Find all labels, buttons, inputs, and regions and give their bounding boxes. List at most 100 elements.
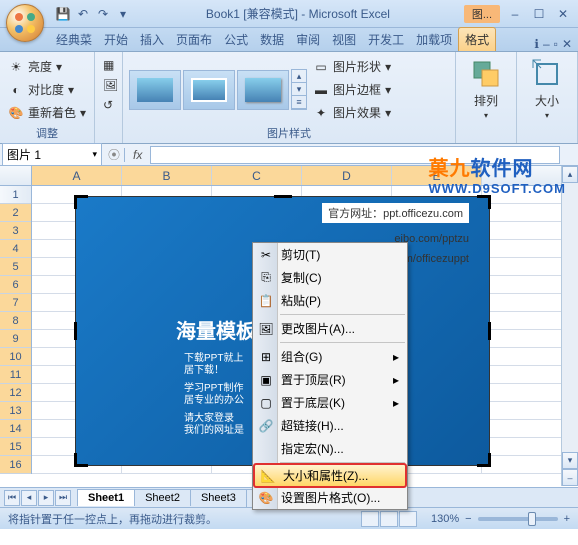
tab-addins[interactable]: 加载项 (410, 28, 458, 51)
row-header[interactable]: 15 (0, 438, 31, 456)
menu-assign-macro[interactable]: 指定宏(N)... (253, 437, 407, 460)
office-button[interactable] (6, 4, 44, 42)
row-header[interactable]: 5 (0, 258, 31, 276)
tab-formulas[interactable]: 公式 (218, 28, 254, 51)
col-header-a[interactable]: A (32, 166, 122, 185)
menu-cut[interactable]: ✂剪切(T) (253, 243, 407, 266)
scroll-down-icon[interactable]: ▾ (562, 452, 578, 469)
arrange-button[interactable]: 排列▾ (462, 56, 510, 122)
maximize-button[interactable]: ☐ (528, 5, 550, 23)
tab-nav-first-icon[interactable]: ⏮ (4, 490, 20, 506)
row-header[interactable]: 1 (0, 186, 31, 204)
contrast-button[interactable]: ◐对比度 ▾ (6, 79, 88, 100)
fx-label[interactable]: fx (124, 148, 150, 162)
menu-copy[interactable]: ⎘复制(C) (253, 266, 407, 289)
zoom-slider-thumb[interactable] (528, 512, 536, 526)
menu-paste[interactable]: 📋粘贴(P) (253, 289, 407, 312)
picture-styles-gallery[interactable]: ▴ ▾ ≡ (129, 56, 307, 123)
selection-handle-tl[interactable] (74, 195, 88, 209)
tab-home[interactable]: 开始 (98, 28, 134, 51)
col-header-d[interactable]: D (302, 166, 392, 185)
recolor-button[interactable]: 🎨重新着色 ▾ (6, 102, 88, 123)
gallery-more-icon[interactable]: ≡ (292, 96, 306, 109)
scroll-split-icon[interactable]: – (562, 469, 578, 486)
vertical-scrollbar[interactable]: ▴ ▾ – (561, 166, 578, 486)
row-header[interactable]: 12 (0, 384, 31, 402)
sheet-tab-3[interactable]: Sheet3 (190, 489, 247, 506)
sheet-tab-2[interactable]: Sheet2 (134, 489, 191, 506)
close-button[interactable]: ✕ (552, 5, 574, 23)
name-box-dropdown-icon[interactable]: ▾ (92, 149, 97, 160)
menu-hyperlink[interactable]: 🔗超链接(H)... (253, 414, 407, 437)
view-page-break-icon[interactable] (399, 511, 417, 527)
col-header-e[interactable]: E (392, 166, 482, 185)
zoom-slider[interactable] (478, 517, 558, 521)
tab-nav-prev-icon[interactable]: ◂ (21, 490, 37, 506)
brightness-button[interactable]: ☀亮度 ▾ (6, 56, 88, 77)
row-header[interactable]: 14 (0, 420, 31, 438)
mdi-close-icon[interactable]: ✕ (562, 37, 572, 51)
save-icon[interactable]: 💾 (54, 5, 72, 23)
view-normal-icon[interactable] (361, 511, 379, 527)
zoom-value[interactable]: 130% (431, 513, 459, 525)
menu-bring-front[interactable]: ▣置于顶层(R)▸ (253, 368, 407, 391)
minimize-button[interactable]: – (504, 5, 526, 23)
formula-input[interactable] (150, 146, 560, 164)
row-header[interactable]: 10 (0, 348, 31, 366)
tab-data[interactable]: 数据 (254, 28, 290, 51)
tab-page-layout[interactable]: 页面布 (170, 28, 218, 51)
reset-pic-icon[interactable]: ↺ (101, 96, 116, 114)
tab-review[interactable]: 审阅 (290, 28, 326, 51)
tab-format[interactable]: 格式 (458, 27, 496, 51)
row-header[interactable]: 16 (0, 456, 31, 474)
compress-icon[interactable]: ▦ (101, 56, 116, 74)
selection-handle-t[interactable] (274, 195, 292, 198)
menu-format-picture[interactable]: 🎨设置图片格式(O)... (253, 486, 407, 509)
row-header[interactable]: 13 (0, 402, 31, 420)
row-header[interactable]: 8 (0, 312, 31, 330)
menu-change-picture[interactable]: 🖼更改图片(A)... (253, 317, 407, 340)
selection-handle-br[interactable] (477, 453, 491, 467)
size-button[interactable]: 大小▾ (523, 56, 571, 122)
name-box[interactable]: 图片 1▾ (2, 143, 102, 166)
tab-insert[interactable]: 插入 (134, 28, 170, 51)
selection-handle-tr[interactable] (477, 195, 491, 209)
picture-shape-button[interactable]: ▭图片形状 ▾ (311, 56, 393, 77)
mdi-restore-icon[interactable]: ▫ (554, 37, 558, 51)
selection-handle-l[interactable] (74, 322, 77, 340)
sheet-tab-1[interactable]: Sheet1 (77, 489, 135, 506)
row-header[interactable]: 7 (0, 294, 31, 312)
qat-dropdown-icon[interactable]: ▾ (114, 5, 132, 23)
change-pic-icon[interactable]: 🖼 (101, 76, 116, 94)
zoom-out-icon[interactable]: − (465, 513, 471, 525)
row-header[interactable]: 11 (0, 366, 31, 384)
select-all-corner[interactable] (0, 166, 32, 185)
row-header[interactable]: 3 (0, 222, 31, 240)
style-thumb-1[interactable] (129, 70, 181, 110)
picture-effects-button[interactable]: ✦图片效果 ▾ (311, 102, 393, 123)
tab-nav-next-icon[interactable]: ▸ (38, 490, 54, 506)
name-box-expand-icon[interactable]: ⦿ (104, 146, 124, 163)
style-thumb-2[interactable] (183, 70, 235, 110)
tab-nav-last-icon[interactable]: ⏭ (55, 490, 71, 506)
view-page-layout-icon[interactable] (380, 511, 398, 527)
row-header[interactable]: 9 (0, 330, 31, 348)
style-thumb-3[interactable] (237, 70, 289, 110)
menu-size-properties[interactable]: 📐大小和属性(Z)... (254, 464, 406, 487)
col-header-b[interactable]: B (122, 166, 212, 185)
picture-border-button[interactable]: ▬图片边框 ▾ (311, 79, 393, 100)
selection-handle-bl[interactable] (74, 453, 88, 467)
zoom-in-icon[interactable]: + (564, 513, 570, 525)
menu-send-back[interactable]: ▢置于底层(K)▸ (253, 391, 407, 414)
undo-icon[interactable]: ↶ (74, 5, 92, 23)
row-header[interactable]: 4 (0, 240, 31, 258)
gallery-up-icon[interactable]: ▴ (292, 70, 306, 83)
scroll-up-icon[interactable]: ▴ (562, 166, 578, 183)
tab-view[interactable]: 视图 (326, 28, 362, 51)
row-header[interactable]: 6 (0, 276, 31, 294)
tab-classic-menu[interactable]: 经典菜 (50, 28, 98, 51)
help-icon[interactable]: ℹ (534, 37, 539, 51)
selection-handle-r[interactable] (488, 322, 491, 340)
tab-developer[interactable]: 开发工 (362, 28, 410, 51)
menu-group[interactable]: ⊞组合(G)▸ (253, 345, 407, 368)
